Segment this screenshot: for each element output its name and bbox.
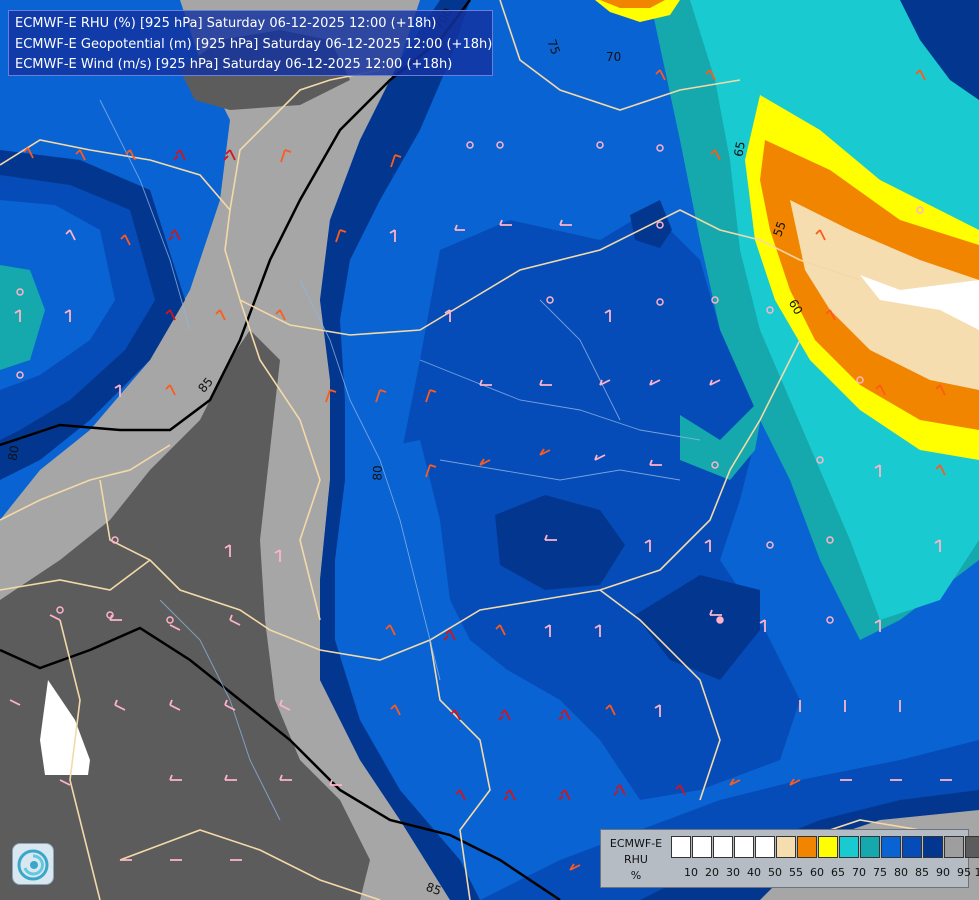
- legend-tick-label: 70: [852, 866, 866, 879]
- legend-color-box: [692, 836, 712, 858]
- contour-label-65-top: 65: [731, 140, 748, 158]
- contour-label-80-left: 80: [5, 444, 22, 462]
- legend-tick-label: 75: [873, 866, 887, 879]
- title-wind: ECMWF-E Wind (m/s) [925 hPa] Saturday 06…: [15, 57, 453, 72]
- legend-color-box: [755, 836, 775, 858]
- legend-color-box: [671, 836, 691, 858]
- legend-color-box: [713, 836, 733, 858]
- rhu-legend: ECMWF-E RHU % 10 20 30 40 50 55 60 65 70 75 80 85 90…: [600, 829, 979, 888]
- legend-title-unit: %: [630, 869, 642, 882]
- legend-color-boxes: [671, 836, 979, 858]
- legend-color-box: [860, 836, 880, 858]
- logo-swirl-shape: [17, 849, 49, 881]
- legend-color-box: [881, 836, 901, 858]
- legend-tick-label: 85: [915, 866, 929, 879]
- legend-tick-label: 65: [831, 866, 845, 879]
- legend-tick-label: 90: [936, 866, 950, 879]
- legend-title-var: RHU: [624, 853, 648, 866]
- legend-color-box: [944, 836, 964, 858]
- map-title-box: ECMWF-E RHU (%) [925 hPa] Saturday 06-12…: [8, 10, 493, 76]
- legend-tick-label: 40: [747, 866, 761, 879]
- title-geopotential: ECMWF-E Geopotential (m) [925 hPa] Satur…: [15, 36, 493, 52]
- legend-color-box: [797, 836, 817, 858]
- contour-label-70: 70: [606, 50, 622, 64]
- legend-title-model: ECMWF-E: [609, 837, 663, 850]
- legend-color-box: [923, 836, 943, 858]
- legend-tick-label: 30: [726, 866, 740, 879]
- legend-color-box: [902, 836, 922, 858]
- ecmwf-swirl-icon: [12, 843, 54, 885]
- legend-color-box: [734, 836, 754, 858]
- legend-tick-labels: 10 20 30 40 50 55 60 65 70 75 80 85 90 95100: [671, 866, 979, 880]
- legend-title: ECMWF-E RHU %: [605, 836, 667, 884]
- contour-label-80-center: 80: [370, 465, 385, 481]
- legend-tick-label: 55: [789, 866, 803, 879]
- legend-color-box: [965, 836, 979, 858]
- legend-tick-label: 20: [705, 866, 719, 879]
- legend-color-box: [776, 836, 796, 858]
- map-canvas: [0, 0, 979, 900]
- legend-color-box: [818, 836, 838, 858]
- title-rhu: ECMWF-E RHU (%) [925 hPa] Saturday 06-12…: [15, 16, 437, 31]
- legend-tick-label: 60: [810, 866, 824, 879]
- legend-tick-label: 95: [957, 866, 971, 879]
- legend-color-box: [839, 836, 859, 858]
- legend-tick-label: 80: [894, 866, 908, 879]
- legend-tick-label: 100: [974, 866, 979, 879]
- legend-tick-label: 50: [768, 866, 782, 879]
- legend-tick-label: 10: [684, 866, 698, 879]
